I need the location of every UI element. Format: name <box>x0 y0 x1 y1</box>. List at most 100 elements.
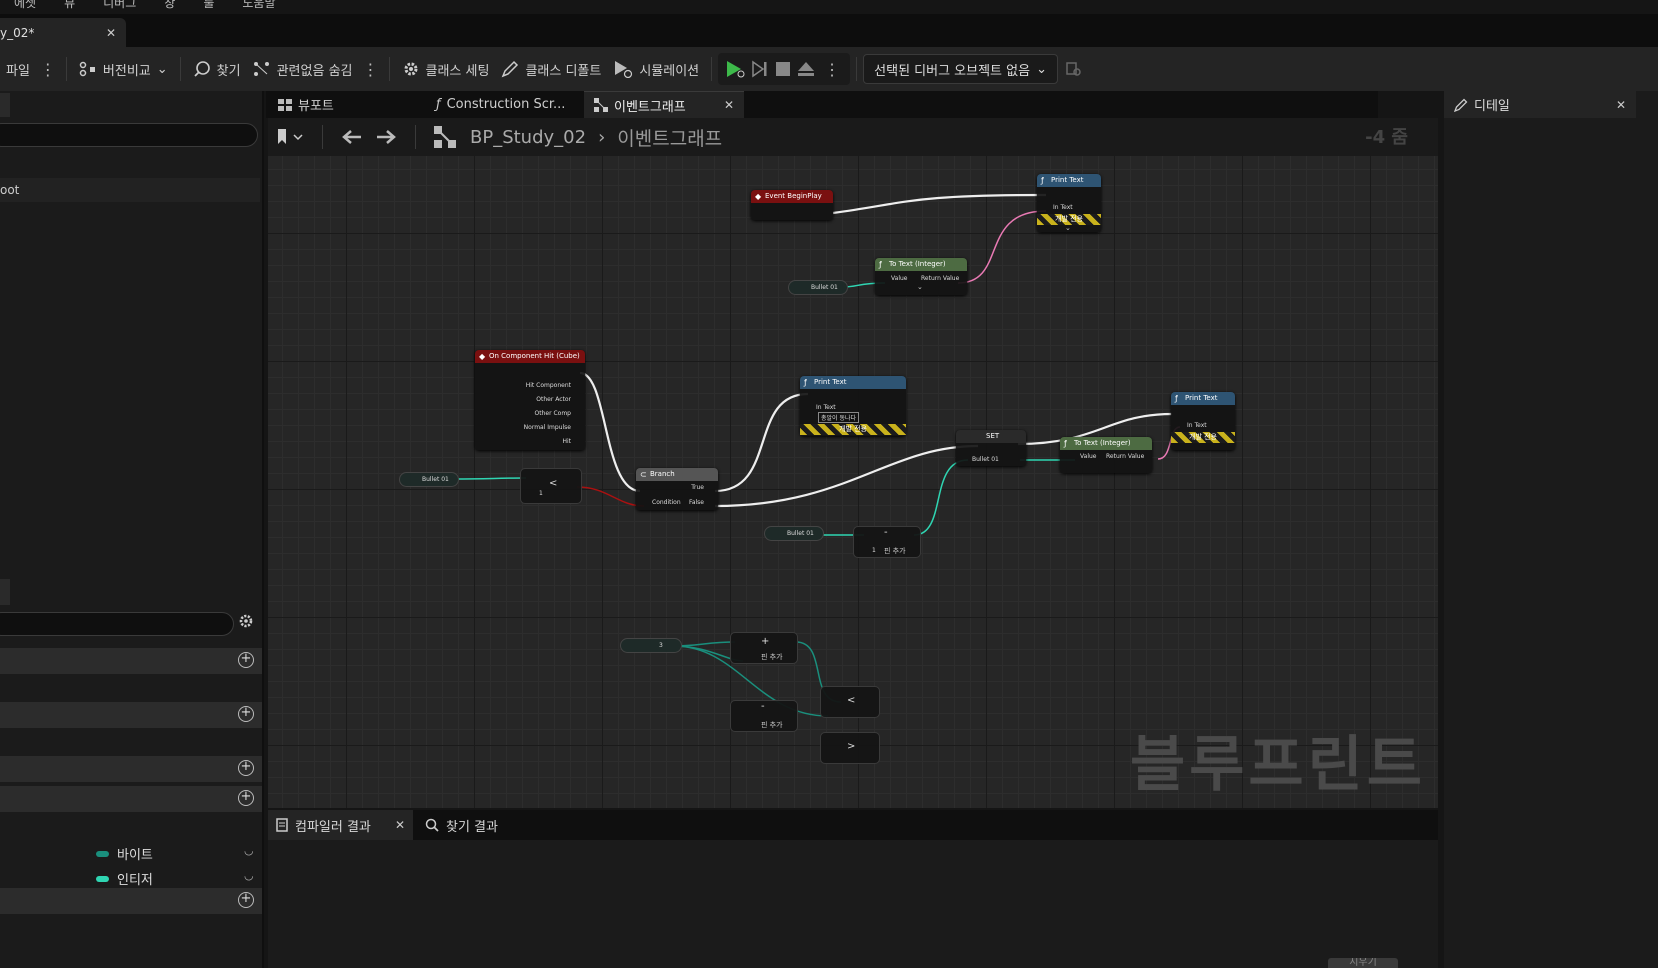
components-search-input[interactable] <box>0 123 258 147</box>
more-options-icon[interactable]: ⋮ <box>359 60 383 79</box>
class-settings-button[interactable]: 클래스 세팅 <box>396 54 496 84</box>
to-text-node[interactable]: ƒ To Text (Integer) Value Return Value <box>1060 437 1152 473</box>
back-arrow-icon[interactable] <box>341 129 363 145</box>
menu-view[interactable]: 뷰 <box>64 0 75 14</box>
add-icon[interactable]: + <box>238 706 254 722</box>
close-icon[interactable]: ✕ <box>106 26 116 40</box>
component-hit-node[interactable]: ◆ On Component Hit (Cube) Hit Component O… <box>475 350 585 450</box>
divider <box>711 57 713 81</box>
bullet-getter-node[interactable]: Bullet 01 <box>788 280 848 295</box>
compiler-results-icon <box>276 818 288 832</box>
byte-type-pill <box>96 850 109 857</box>
pin-label: Value <box>891 275 908 282</box>
asset-tab[interactable]: y_02* ✕ <box>0 18 126 47</box>
macros-category[interactable]: + <box>0 756 262 782</box>
menu-help[interactable]: 도움말 <box>242 0 275 14</box>
find-button[interactable]: 찾기 <box>187 54 247 84</box>
menu-tools[interactable]: 툴 <box>203 0 214 14</box>
menu-asset[interactable]: 에셋 <box>14 0 36 14</box>
event-dispatchers-category[interactable]: + <box>0 888 262 914</box>
forward-arrow-icon[interactable] <box>375 129 397 145</box>
less-than-node[interactable]: < <box>820 686 880 718</box>
tab-construction-script[interactable]: ƒ Construction Scr... <box>426 91 576 118</box>
function-icon: ƒ <box>1041 176 1044 185</box>
chevron-down-icon[interactable]: ⌄ <box>917 283 923 291</box>
bookmark-icon[interactable] <box>276 128 304 146</box>
node-header: ƒ Print Text <box>1037 174 1101 187</box>
tab-label: 이벤트그래프 <box>614 99 686 115</box>
more-options-icon[interactable]: ⋮ <box>820 60 844 79</box>
add-icon[interactable]: + <box>238 652 254 668</box>
add-icon[interactable]: + <box>238 892 254 908</box>
subtract-node[interactable]: - 핀 추가 <box>730 700 798 732</box>
text-input[interactable]: 총알이 동나다 <box>818 412 860 423</box>
print-text-node[interactable]: ƒ Print Text In Text 개발 전용 <box>1171 392 1235 450</box>
eject-icon[interactable] <box>796 60 816 78</box>
components-tab[interactable] <box>0 93 10 117</box>
print-text-node[interactable]: ƒ Print Text In Text 총알이 동나다 개발 전용 <box>800 376 906 436</box>
divider <box>415 125 416 149</box>
class-defaults-button[interactable]: 클래스 디폴트 <box>495 54 607 84</box>
greater-than-node[interactable]: > <box>820 732 880 764</box>
step-icon[interactable] <box>750 60 770 78</box>
branch-node[interactable]: ⊂ Branch True False Condition <box>636 468 718 510</box>
my-blueprint-panel: oot + + + + 바이트 ◡ 인티저 ◡ + <box>0 91 264 968</box>
functions-category[interactable]: + <box>0 702 262 728</box>
my-blueprint-tab[interactable] <box>0 579 10 605</box>
add-node[interactable]: + 핀 추가 <box>730 632 798 664</box>
tab-event-graph[interactable]: 이벤트그래프 ✕ <box>584 91 744 118</box>
gear-icon[interactable] <box>238 613 254 629</box>
stop-icon[interactable] <box>774 60 792 78</box>
breadcrumb-blueprint[interactable]: BP_Study_02 <box>470 127 586 148</box>
tab-viewport[interactable]: 뷰포트 <box>268 91 418 118</box>
diff-button[interactable]: 버전비교 ⌄ <box>73 54 174 84</box>
tab-details[interactable]: 디테일 ✕ <box>1444 91 1636 118</box>
menu-window[interactable]: 창 <box>164 0 175 14</box>
graphs-category[interactable]: + <box>0 648 262 674</box>
debug-filter-icon[interactable] <box>1066 61 1082 77</box>
hide-unrelated-button[interactable]: 관련없음 숨김 <box>247 54 359 84</box>
simulation-button[interactable]: 시뮬레이션 <box>607 54 705 84</box>
node-title: Print Text <box>1185 394 1218 402</box>
set-node[interactable]: SET Bullet 01 <box>956 430 1026 466</box>
less-than-node[interactable]: < 1 <box>520 468 582 504</box>
add-pin-label[interactable]: 핀 추가 <box>884 546 906 556</box>
tab-compiler-results[interactable]: 컴파일러 결과 ✕ <box>268 810 413 840</box>
eye-closed-icon[interactable]: ◡ <box>244 869 254 882</box>
add-icon[interactable]: + <box>238 790 254 806</box>
event-graph-canvas[interactable]: ◆ Event BeginPlay ƒ Print Text In Text 개발 … <box>268 156 1438 808</box>
constant-node[interactable]: 3 <box>620 638 682 653</box>
more-options-icon[interactable]: ⋮ <box>36 60 60 79</box>
function-icon: ƒ <box>1064 439 1067 448</box>
bullet-getter-node[interactable]: Bullet 01 <box>764 526 824 541</box>
close-icon[interactable]: ✕ <box>395 818 405 832</box>
debug-object-select[interactable]: 선택된 디버그 오브젝트 없음 ⌄ <box>863 54 1058 84</box>
clear-button[interactable]: 지우기 <box>1328 958 1398 968</box>
add-pin-label[interactable]: 핀 추가 <box>761 720 783 730</box>
add-icon[interactable]: + <box>238 760 254 776</box>
close-icon[interactable]: ✕ <box>1616 98 1626 112</box>
breadcrumb-graph[interactable]: 이벤트그래프 <box>617 124 722 151</box>
compile-button[interactable]: 파일 <box>0 54 36 84</box>
node-title: SET <box>986 432 1000 440</box>
variable-item[interactable]: 인티저 <box>96 869 153 888</box>
bullet-getter-node[interactable]: Bullet 01 <box>399 472 459 487</box>
variables-category[interactable]: + <box>0 786 262 812</box>
diff-icon <box>79 61 95 77</box>
event-beginplay-node[interactable]: ◆ Event BeginPlay <box>751 190 833 220</box>
node-title: To Text (Integer) <box>1074 439 1131 447</box>
my-blueprint-search-input[interactable] <box>0 612 234 636</box>
eye-closed-icon[interactable]: ◡ <box>244 844 254 857</box>
play-icon[interactable] <box>724 59 746 79</box>
chevron-down-icon[interactable]: ⌄ <box>1065 224 1071 232</box>
tab-find-results[interactable]: 찾기 결과 <box>417 810 506 840</box>
variable-item[interactable]: 바이트 <box>96 844 153 863</box>
subtract-node[interactable]: - 1 핀 추가 <box>853 526 921 558</box>
to-text-node[interactable]: ƒ To Text (Integer) Value Return Value ⌄ <box>875 258 967 295</box>
menu-debug[interactable]: 디버그 <box>103 0 136 14</box>
node-title: To Text (Integer) <box>889 260 946 268</box>
close-icon[interactable]: ✕ <box>724 98 734 112</box>
component-root-item[interactable]: oot <box>0 178 260 202</box>
add-pin-label[interactable]: 핀 추가 <box>761 652 783 662</box>
print-text-node[interactable]: ƒ Print Text In Text 개발 전용 ⌄ <box>1037 174 1101 232</box>
